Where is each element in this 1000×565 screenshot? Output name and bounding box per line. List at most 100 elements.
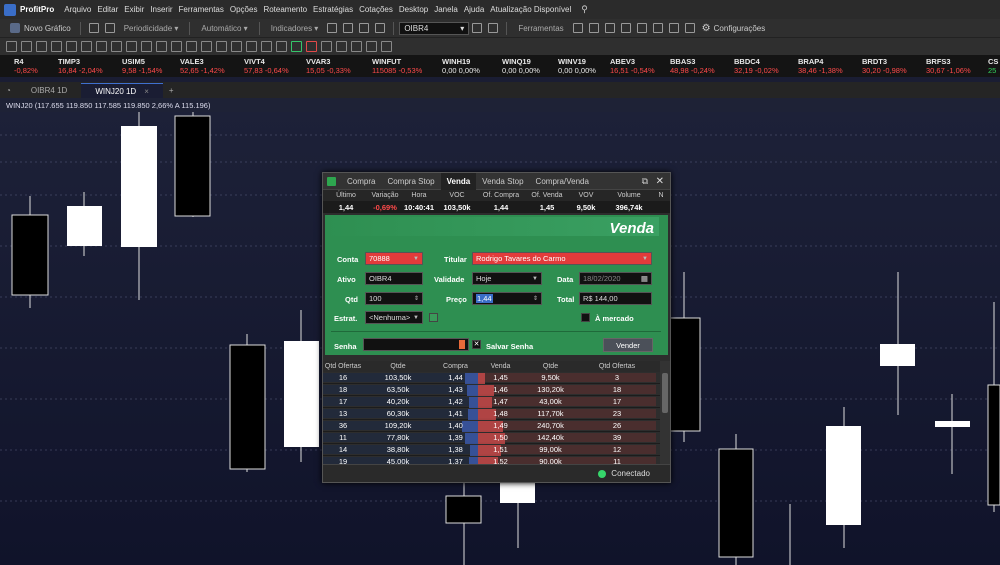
measure-icon[interactable] [231,41,242,52]
alarm-icon[interactable] [668,23,679,33]
menu-roteamento[interactable]: Roteamento [263,5,307,14]
menu-ajuda[interactable]: Ajuda [464,5,484,14]
book-row[interactable]: 13 60,30k 1,41 1,48 117,70k 23 [323,408,670,420]
trend-line-icon[interactable] [81,41,92,52]
ticker-item[interactable]: CS 25 [988,57,998,75]
histogram-icon[interactable] [381,41,392,52]
text-tool-icon[interactable] [201,41,212,52]
book-row[interactable]: 14 38,80k 1,38 1,51 99,00k 12 [323,444,670,456]
menu-cotacoes[interactable]: Cotações [359,5,393,14]
preco-stepper[interactable]: 1,44 ⇕ [472,292,542,305]
ticker-item[interactable]: WINV19 0,00 0,00% [558,57,596,75]
book-row[interactable]: 36 109,20k 1,40 1,49 240,70k 26 [323,420,670,432]
automatic-dropdown[interactable]: Automático ▾ [195,21,253,36]
ticker-item[interactable]: TIMP3 16,84 -2,04% [58,57,103,75]
add-icon[interactable] [36,41,47,52]
ticker-item[interactable]: BBDC4 32,19 -0,02% [734,57,779,75]
ticker-item[interactable]: ABEV3 16,51 -0,54% [610,57,655,75]
ticker-item[interactable]: BRDT3 30,20 -0,98% [862,57,907,75]
search-icon[interactable]: ⚲ [581,4,588,15]
zoom-in-icon[interactable] [327,23,338,33]
conta-select[interactable]: 70888 ▼ [365,252,423,265]
menu-janela[interactable]: Janela [434,5,458,14]
candles-icon[interactable] [351,41,362,52]
zoom-icon[interactable] [321,41,332,52]
tile-icon[interactable] [472,23,483,33]
tab-compra-venda[interactable]: Compra/Venda [530,173,595,190]
tab-compra[interactable]: Compra [341,173,381,190]
scrollbar-thumb[interactable] [662,373,668,413]
menu-opcoes[interactable]: Opções [230,5,258,14]
pitchfork-icon[interactable] [246,41,257,52]
strategy-edit-icon[interactable] [429,313,438,322]
popout-icon[interactable]: ⧉ [642,176,648,187]
ativo-input[interactable]: OIBR4 [365,272,423,285]
list-icon[interactable] [620,23,631,33]
hand-icon[interactable] [21,41,32,52]
ticker-item[interactable]: BBAS3 48,98 -0,24% [670,57,715,75]
volume-icon[interactable] [366,41,377,52]
ticker-item[interactable]: WINQ19 0,00 0,00% [502,57,540,75]
book-row[interactable]: 17 40,20k 1,42 1,47 43,00k 17 [323,396,670,408]
sell-arrow-icon[interactable] [306,41,317,52]
tools-menu[interactable]: Ferramentas [512,21,569,36]
menu-ferramentas[interactable]: Ferramentas [179,5,224,14]
grid-icon[interactable] [104,23,115,33]
titular-select[interactable]: Rodrigo Tavares do Carmo ▼ [472,252,652,265]
salvar-senha-checkbox[interactable]: ✕ [472,340,481,349]
data-input[interactable]: 18/02/2020 ▦ [579,272,652,285]
ticker-item[interactable]: VALE3 52,65 -1,42% [180,57,225,75]
qtd-stepper[interactable]: 100 ⇕ [365,292,423,305]
indicators-dropdown[interactable]: Indicadores ▾ [265,21,325,36]
validade-select[interactable]: Hoje ▼ [472,272,542,285]
close-icon[interactable]: × [144,87,149,96]
book-icon[interactable] [588,23,599,33]
refresh-icon[interactable] [359,23,370,33]
ticker-item[interactable]: BRFS3 30,67 -1,06% [926,57,971,75]
book-row[interactable]: 11 77,80k 1,39 1,50 142,40k 39 [323,432,670,444]
ticker-item[interactable]: R4 -0,82% [14,57,38,75]
clock-icon[interactable] [652,23,663,33]
text-icon[interactable] [51,41,62,52]
ray-icon[interactable] [96,41,107,52]
menu-arquivo[interactable]: Arquivo [64,5,91,14]
tab-compra-stop[interactable]: Compra Stop [381,173,440,190]
table-icon[interactable] [572,23,583,33]
book-scrollbar[interactable] [660,361,670,465]
add-tab-button[interactable]: + [163,83,180,98]
vender-button[interactable]: Vender [603,338,653,352]
ticker-item[interactable]: BRAP4 38,46 -1,38% [798,57,843,75]
a-mercado-checkbox[interactable] [581,313,590,322]
ticker-item[interactable]: WINH19 0,00 0,00% [442,57,480,75]
ellipse-icon[interactable] [156,41,167,52]
grid-view-icon[interactable] [604,23,615,33]
vertical-line-icon[interactable] [126,41,137,52]
menu-inserir[interactable]: Inserir [150,5,172,14]
close-icon[interactable]: ✕ [656,176,664,187]
bars-icon[interactable] [336,41,347,52]
symbol-select[interactable]: OIBR4 ▾ [399,21,470,35]
tab-winj20[interactable]: WINJ20 1D × [81,83,163,98]
menu-editar[interactable]: Editar [97,5,118,14]
magnet-icon[interactable] [66,41,77,52]
ticker-item[interactable]: VVAR3 15,05 -0,33% [306,57,351,75]
book-row[interactable]: 16 103,50k 1,44 1,45 9,50k 3 [323,372,670,384]
periodicity-dropdown[interactable]: Periodicidade ▾ [118,21,185,36]
menu-atualizacao[interactable]: Atualização Disponível [490,5,571,14]
ticker-item[interactable]: VIVT4 57,83 -0,64% [244,57,289,75]
settings-button[interactable]: ⚙ Configurações [698,21,770,36]
settings-small-icon[interactable] [375,23,386,33]
wand-icon[interactable] [684,23,695,33]
tab-venda[interactable]: Venda [440,172,477,190]
calendar-icon[interactable] [636,23,647,33]
cycle-icon[interactable] [276,41,287,52]
new-chart-button[interactable]: Novo Gráfico [6,21,75,36]
rectangle-icon[interactable] [141,41,152,52]
zoom-out-icon[interactable] [343,23,354,33]
tab-oibr4[interactable]: OIBR4 1D [17,83,81,98]
ticker-item[interactable]: USIM5 9,58 -1,54% [122,57,162,75]
book-row[interactable]: 18 63,50k 1,43 1,46 130,20k 18 [323,384,670,396]
menu-estrategias[interactable]: Estratégias [313,5,353,14]
senha-input[interactable] [363,338,469,351]
arrow-icon[interactable] [216,41,227,52]
